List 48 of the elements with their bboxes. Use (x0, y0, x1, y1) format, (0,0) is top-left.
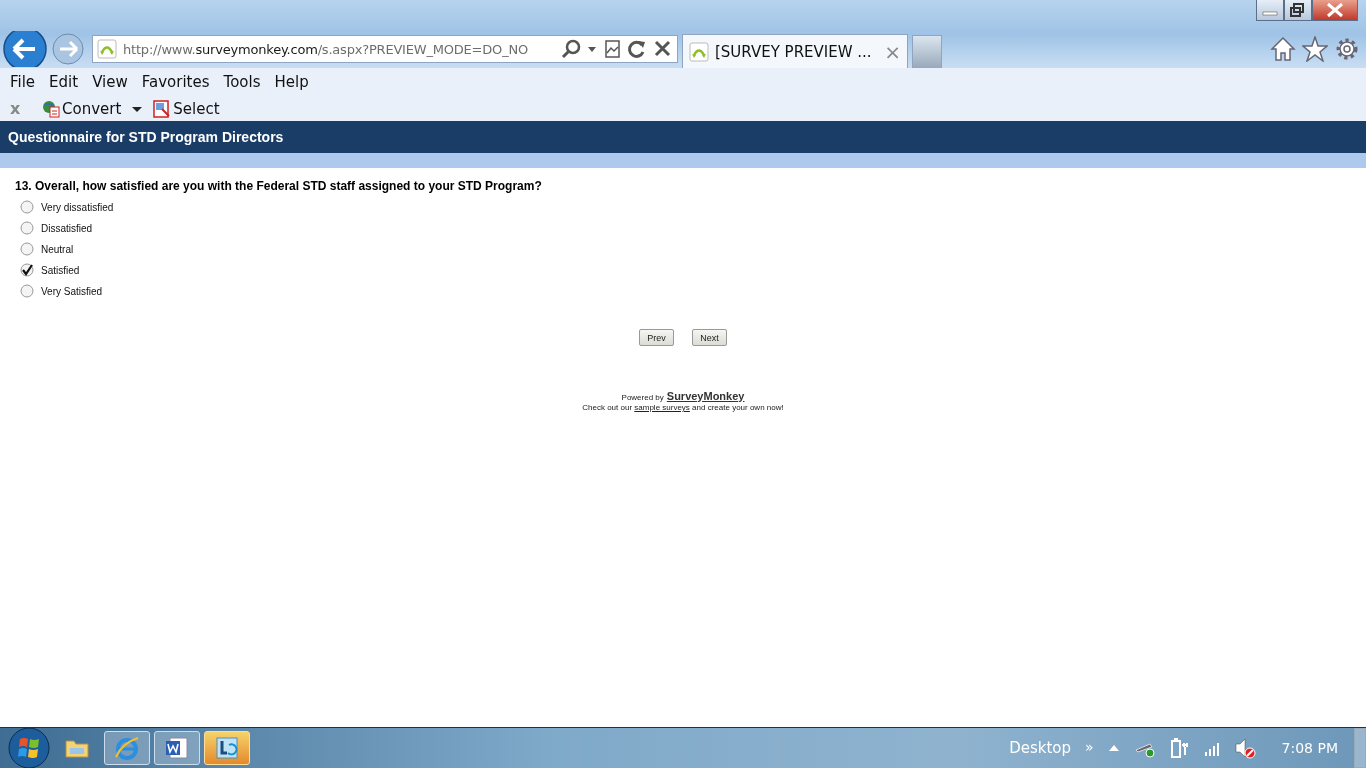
signal-icon[interactable] (1203, 740, 1220, 756)
brand-link[interactable]: SurveyMonkey (666, 390, 745, 402)
browser-tab[interactable]: [SURVEY PREVIEW ... × (682, 34, 908, 68)
checked-radio-icon[interactable] (20, 263, 34, 277)
radio-button[interactable] (20, 221, 34, 235)
refresh-icon[interactable] (627, 39, 647, 59)
nav-button[interactable]: Prev (639, 329, 674, 346)
caret-icon[interactable] (587, 44, 597, 54)
document-globe-icon (42, 99, 60, 118)
back-icon[interactable] (2, 31, 48, 67)
option-label: Very dissatisfied (41, 201, 114, 213)
word-document-icon[interactable] (164, 735, 190, 761)
sample-surveys-link[interactable]: sample surveys (634, 403, 690, 412)
radio-button[interactable] (20, 242, 34, 256)
menu-item[interactable]: Tools (216, 73, 268, 91)
option-label: Neutral (41, 243, 74, 255)
search-icon[interactable] (561, 39, 581, 59)
compatibility-icon[interactable] (603, 39, 621, 59)
page-icon (689, 41, 709, 62)
page-icon (97, 39, 117, 59)
settings-icon[interactable] (1334, 36, 1360, 62)
chat-app-icon[interactable] (214, 735, 240, 761)
star-icon[interactable] (1302, 36, 1328, 62)
option-label: Satisfied (41, 264, 80, 276)
survey-title: Questionnaire for STD Program Directors (8, 129, 284, 145)
radio-button[interactable] (20, 284, 34, 298)
radio-button[interactable] (20, 200, 34, 214)
question-text: 13. Overall, how satisfied are you with the Federal STD staff assigned to your STD Program? (14, 178, 543, 193)
battery-plug-icon[interactable] (1169, 737, 1190, 759)
menu-item[interactable]: Help (267, 73, 316, 91)
footer-text: Check out our sample surveys and create your own now! (582, 403, 784, 412)
menu-item[interactable]: Favorites (134, 73, 217, 91)
powered-by-text: Powered by (621, 393, 664, 402)
address-bar[interactable]: http://www.surveymonkey.com/s.aspx?PREVIEW_MODE=DO_NO (92, 35, 678, 63)
muted-speaker-icon[interactable] (1233, 737, 1256, 759)
option-label: Very Satisfied (41, 285, 103, 297)
convert-button[interactable]: Convert (38, 99, 126, 118)
option-label: Dissatisfied (41, 222, 93, 234)
document-select-icon (153, 99, 172, 118)
menu-item[interactable]: File (3, 73, 43, 91)
home-icon[interactable] (1270, 36, 1296, 62)
menu-item[interactable]: Edit (42, 73, 86, 91)
nav-button[interactable]: Next (692, 329, 727, 346)
select-button[interactable]: Select (149, 99, 224, 118)
menu-item[interactable]: View (85, 73, 135, 91)
start-button[interactable] (8, 727, 50, 768)
forward-icon[interactable] (52, 33, 84, 65)
stop-icon[interactable] (653, 39, 673, 59)
